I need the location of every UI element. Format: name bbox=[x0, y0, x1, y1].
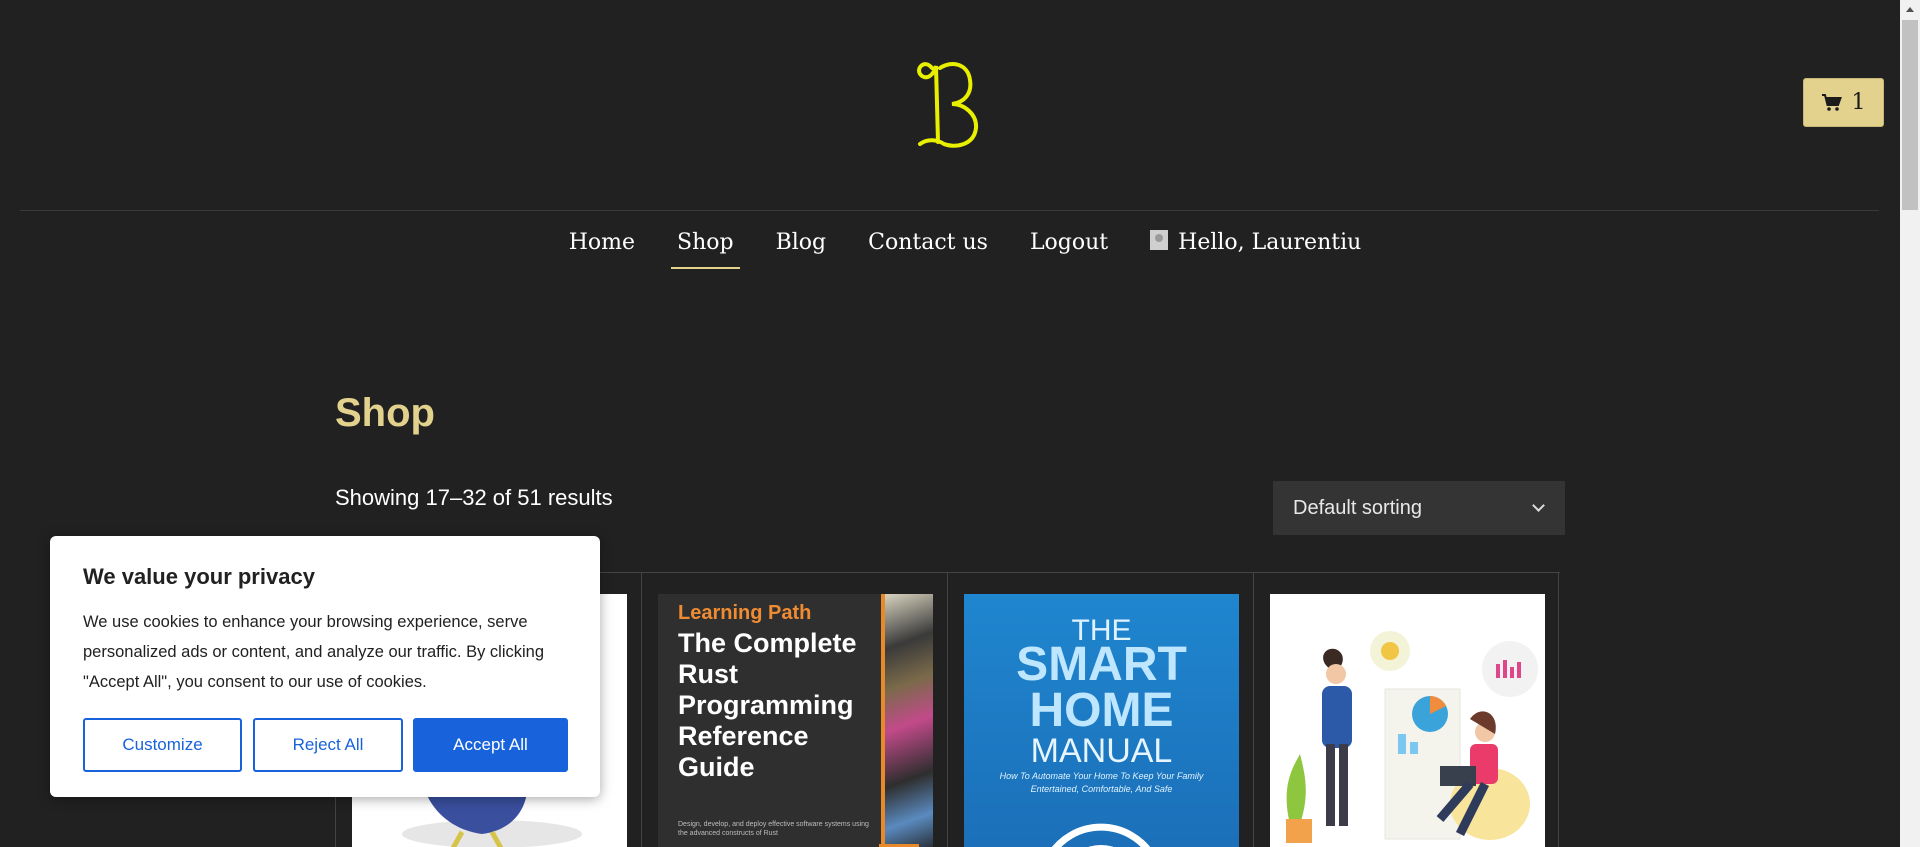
header-divider bbox=[20, 210, 1879, 211]
cover-line-2: SMART HOME bbox=[1016, 638, 1187, 737]
chevron-down-icon bbox=[1532, 499, 1545, 512]
business-illustration bbox=[1286, 631, 1538, 843]
product-card[interactable] bbox=[1253, 573, 1559, 847]
shopping-cart-icon bbox=[1821, 93, 1842, 111]
scrollbar-thumb[interactable] bbox=[1902, 20, 1918, 210]
user-greeting: Hello, Laurentiu bbox=[1178, 230, 1362, 255]
nav-contact[interactable]: Contact us bbox=[862, 226, 994, 269]
accept-all-button[interactable]: Accept All bbox=[413, 718, 568, 772]
results-count: Showing 17–32 of 51 results bbox=[335, 485, 613, 510]
cookie-banner-title: We value your privacy bbox=[83, 564, 315, 589]
reject-all-button[interactable]: Reject All bbox=[253, 718, 403, 772]
nav-shop[interactable]: Shop bbox=[671, 226, 740, 269]
cover-note: Design, develop, and deploy effective so… bbox=[678, 821, 869, 837]
nav-logout[interactable]: Logout bbox=[1024, 226, 1114, 269]
cookie-consent-banner: We value your privacy We use cookies to … bbox=[50, 536, 600, 797]
sort-selected-value: Default sorting bbox=[1293, 496, 1422, 519]
wifi-icon bbox=[1051, 823, 1151, 847]
cover-line-3: MANUAL bbox=[1030, 732, 1173, 770]
product-card[interactable]: Learning Path The Complete Rust Programm… bbox=[641, 573, 947, 847]
site-logo[interactable] bbox=[914, 52, 984, 148]
nav-home[interactable]: Home bbox=[563, 226, 641, 269]
cover-note: How To Automate Your Home To Keep Your F… bbox=[999, 771, 1204, 794]
product-cover-image[interactable] bbox=[1270, 594, 1545, 847]
cookie-banner-text: We use cookies to enhance your browsing … bbox=[83, 613, 545, 691]
main-nav: Home Shop Blog Contact us Logout Hello, … bbox=[0, 226, 1900, 269]
scroll-up-arrow-icon[interactable] bbox=[1906, 7, 1914, 12]
nav-user-account[interactable]: Hello, Laurentiu bbox=[1144, 226, 1367, 269]
cart-button[interactable]: 1 bbox=[1803, 78, 1884, 127]
product-cover-image[interactable]: THE SMART HOME MANUAL How To Automate Yo… bbox=[964, 594, 1239, 847]
cover-title: The Complete Rust Programming Reference … bbox=[678, 628, 857, 782]
customize-button[interactable]: Customize bbox=[83, 718, 242, 772]
cover-label: Learning Path bbox=[678, 602, 812, 624]
user-avatar-icon bbox=[1150, 230, 1169, 250]
page-title: Shop bbox=[335, 391, 435, 435]
page-scrollbar[interactable] bbox=[1900, 0, 1920, 847]
cart-count: 1 bbox=[1851, 90, 1866, 115]
nav-blog[interactable]: Blog bbox=[770, 226, 833, 269]
product-cover-image[interactable]: Learning Path The Complete Rust Programm… bbox=[658, 594, 933, 847]
product-card[interactable]: THE SMART HOME MANUAL How To Automate Yo… bbox=[947, 573, 1253, 847]
sort-select[interactable]: Default sorting bbox=[1273, 481, 1565, 535]
